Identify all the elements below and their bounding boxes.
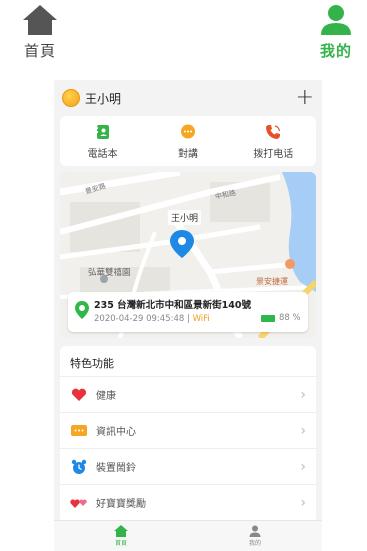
features-card: 特色功能 健康 › 資訊中心 › 裝置鬧鈴 › 好寶寶獎勵 › [60, 346, 316, 524]
bottom-tab-me-label: 我的 [248, 540, 261, 547]
top-tab-me[interactable]: 我的 [319, 4, 353, 61]
bottom-tab-me[interactable]: 我的 [188, 521, 322, 551]
feature-info-center-label: 資訊中心 [96, 427, 136, 438]
home-icon [23, 5, 57, 35]
quick-action-intercom[interactable]: 對講 [145, 116, 230, 166]
battery-percent: 88 % [279, 313, 301, 323]
message-icon [70, 422, 88, 440]
user-icon [321, 5, 351, 35]
add-device-button[interactable]: + [296, 87, 314, 109]
chevron-right-icon: › [300, 386, 306, 403]
quick-action-call-label: 拨打电话 [253, 148, 294, 160]
heart-icon [70, 386, 88, 404]
quick-action-intercom-label: 對講 [177, 148, 198, 160]
feature-alarm[interactable]: 裝置鬧鈴 › [60, 448, 316, 484]
chevron-right-icon: › [300, 458, 306, 475]
quick-actions: 電話本 對講 拨打电话 [60, 116, 316, 166]
feature-reward[interactable]: 好寶寶獎勵 › [60, 484, 316, 520]
location-info-card[interactable]: 235 台灣新北市中和區景新街140號 2020-04-29 09:45:48 … [68, 292, 308, 332]
hearts-reward-icon [70, 494, 88, 512]
location-meta: 2020-04-29 09:45:48 | WiFi [94, 314, 210, 324]
quick-action-call[interactable]: 拨打电话 [231, 116, 316, 166]
battery-icon [261, 315, 275, 322]
network-type: WiFi [192, 314, 210, 324]
phone-call-icon [264, 123, 282, 141]
chevron-right-icon: › [300, 422, 306, 439]
header: 王小明 + [54, 80, 322, 116]
feature-health-label: 健康 [96, 391, 116, 402]
avatar[interactable] [62, 89, 80, 107]
feature-alarm-label: 裝置鬧鈴 [96, 463, 136, 474]
top-tab-me-label: 我的 [319, 42, 352, 60]
username[interactable]: 王小明 [85, 90, 121, 107]
feature-reward-label: 好寶寶獎勵 [96, 499, 146, 510]
chat-icon [179, 123, 197, 141]
location-address: 235 台灣新北市中和區景新街140號 [94, 300, 251, 311]
top-tab-home-label: 首頁 [23, 42, 56, 60]
alarm-clock-icon [70, 458, 88, 476]
map-street-label-3: 景安捷運 [256, 277, 288, 286]
location-map[interactable]: 王小明 中和路 景安路 景安捷運 弘華雙禧園 235 台灣新北市中和區景新街14… [60, 172, 316, 338]
contacts-icon [94, 123, 112, 141]
phone-screen: 王小明 + 電話本 對講 拨打电话 王小明 中和路 景安路 景安捷運 弘華雙禧園… [54, 80, 322, 551]
top-nav-bar: 首頁 我的 [0, 0, 367, 78]
quick-action-contacts[interactable]: 電話本 [60, 116, 145, 166]
user-icon [249, 525, 261, 537]
feature-info-center[interactable]: 資訊中心 › [60, 412, 316, 448]
quick-action-contacts-label: 電話本 [87, 148, 118, 160]
bottom-nav-bar: 首頁 我的 [54, 520, 322, 551]
home-icon [114, 525, 128, 537]
features-title: 特色功能 [70, 357, 114, 370]
chevron-right-icon: › [300, 494, 306, 511]
bottom-tab-home-label: 首頁 [114, 540, 127, 547]
map-pin-label: 王小明 [168, 210, 202, 225]
location-marker-icon [75, 301, 89, 319]
feature-health[interactable]: 健康 › [60, 376, 316, 412]
top-tab-home[interactable]: 首頁 [22, 4, 58, 61]
bottom-tab-home[interactable]: 首頁 [54, 521, 188, 551]
location-timestamp: 2020-04-29 09:45:48 [94, 314, 185, 324]
meta-separator: | [186, 314, 190, 324]
map-street-label-4: 弘華雙禧園 [88, 268, 131, 278]
